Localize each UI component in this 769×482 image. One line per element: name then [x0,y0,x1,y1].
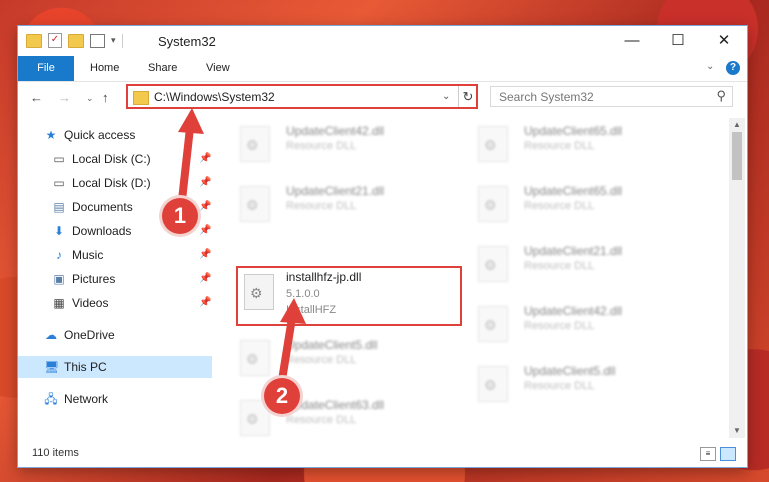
arrow-1 [178,108,204,204]
arrow-2 [278,298,306,384]
step-2-callout: 2 [264,378,300,414]
annotation-layer [178,108,306,384]
step-1-callout: 1 [162,198,198,234]
